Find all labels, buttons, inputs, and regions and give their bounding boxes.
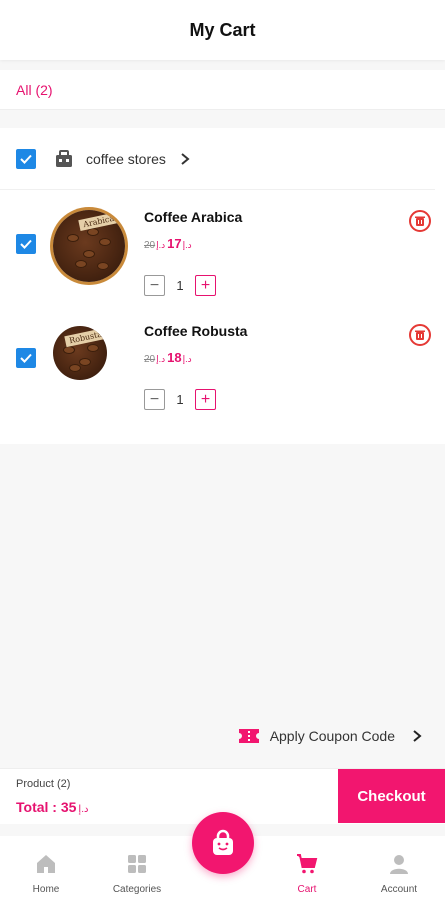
cart-icon bbox=[297, 854, 318, 874]
chevron-right-icon bbox=[413, 730, 422, 742]
home-icon bbox=[37, 855, 55, 873]
nav-cart[interactable]: Cart bbox=[267, 852, 347, 895]
nav-categories[interactable]: Categories bbox=[97, 852, 177, 895]
quantity-value: 1 bbox=[176, 392, 184, 407]
current-price: 17 bbox=[167, 236, 182, 251]
old-price: 20 bbox=[144, 240, 156, 251]
quantity-value: 1 bbox=[176, 278, 184, 293]
user-icon bbox=[390, 855, 408, 874]
currency: د.إ bbox=[182, 354, 192, 364]
decrease-button[interactable]: − bbox=[144, 389, 165, 410]
item-name[interactable]: Coffee Arabica bbox=[144, 209, 242, 225]
cart-item: Robusta Coffee Robusta 20 د.إ 18 د.إ − 1… bbox=[0, 308, 445, 421]
delete-button[interactable] bbox=[409, 324, 431, 346]
decrease-button[interactable]: − bbox=[144, 275, 165, 296]
item-checkbox[interactable] bbox=[16, 234, 36, 254]
tab-all[interactable]: All (2) bbox=[16, 82, 53, 98]
store-name: coffee stores bbox=[86, 150, 166, 167]
coupon-label: Apply Coupon Code bbox=[269, 728, 395, 744]
check-icon bbox=[20, 353, 32, 363]
trash-icon bbox=[415, 216, 425, 226]
increase-button[interactable]: + bbox=[195, 275, 216, 296]
shopping-bag-icon bbox=[213, 829, 233, 855]
check-icon bbox=[20, 154, 32, 164]
item-checkbox[interactable] bbox=[16, 348, 36, 368]
total-price: Total : 35 د.إ bbox=[16, 799, 88, 815]
app-header: My Cart bbox=[0, 0, 445, 60]
cart-item: Arabica Coffee Arabica 20 د.إ 17 د.إ − 1… bbox=[0, 194, 445, 307]
chevron-right-icon[interactable] bbox=[178, 152, 192, 166]
store-icon bbox=[56, 149, 72, 167]
store-row[interactable]: coffee stores bbox=[0, 128, 435, 190]
product-tag: Arabica bbox=[78, 212, 120, 231]
product-image[interactable]: Robusta bbox=[53, 326, 107, 380]
nav-label: Categories bbox=[112, 884, 162, 895]
currency: د.إ bbox=[182, 240, 192, 250]
checkout-button[interactable]: Checkout bbox=[338, 769, 445, 823]
store-card: coffee stores Arabica Coffee Arabica 20 … bbox=[0, 128, 445, 444]
currency: د.إ bbox=[156, 354, 166, 364]
shop-fab-button[interactable] bbox=[192, 812, 254, 874]
store-checkbox[interactable] bbox=[16, 148, 36, 169]
item-price: 20 د.إ 17 د.إ bbox=[144, 236, 192, 251]
item-name[interactable]: Coffee Robusta bbox=[144, 323, 247, 339]
grid-icon bbox=[128, 855, 146, 873]
increase-button[interactable]: + bbox=[195, 389, 216, 410]
nav-account[interactable]: Account bbox=[359, 852, 439, 895]
check-icon bbox=[20, 239, 32, 249]
current-price: 18 bbox=[167, 350, 182, 365]
delete-button[interactable] bbox=[409, 210, 431, 232]
coupon-icon bbox=[238, 729, 259, 743]
old-price: 20 bbox=[144, 354, 156, 365]
nav-label: Cart bbox=[297, 884, 317, 895]
page-title: My Cart bbox=[189, 19, 256, 40]
total-label: Total : 35 bbox=[16, 799, 77, 815]
quantity-stepper: − 1 + bbox=[144, 275, 216, 296]
apply-coupon-row[interactable]: Apply Coupon Code bbox=[0, 718, 445, 754]
quantity-stepper: − 1 + bbox=[144, 389, 216, 410]
trash-icon bbox=[415, 330, 425, 340]
filter-tabs: All (2) bbox=[0, 70, 445, 110]
item-price: 20 د.إ 18 د.إ bbox=[144, 350, 192, 365]
product-image[interactable]: Arabica bbox=[53, 210, 125, 282]
currency: د.إ bbox=[156, 240, 166, 250]
product-count: Product (2) bbox=[16, 778, 71, 790]
currency: د.إ bbox=[78, 804, 89, 815]
product-tag: Robusta bbox=[64, 327, 107, 348]
nav-label: Home bbox=[32, 884, 60, 895]
nav-home[interactable]: Home bbox=[6, 852, 86, 895]
nav-label: Account bbox=[380, 884, 418, 895]
